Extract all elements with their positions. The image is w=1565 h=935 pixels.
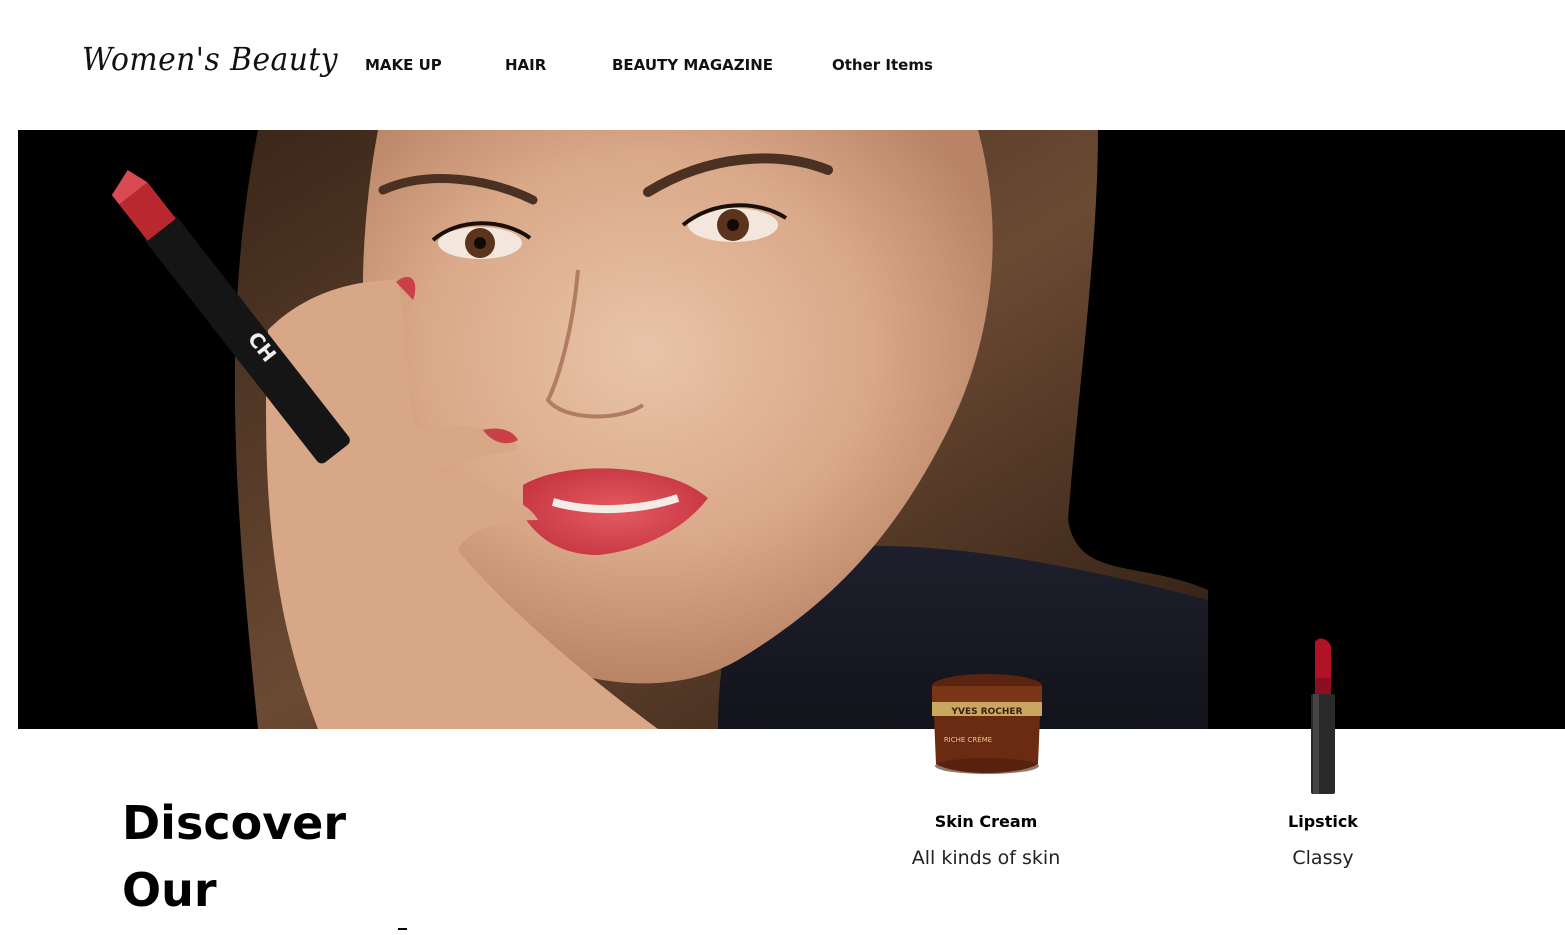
nav-item-other-items[interactable]: Other Items [832,56,933,74]
product-desc-skin-cream: All kinds of skin [911,847,1061,869]
jar-brand-label: YVES ROCHER [950,707,1022,717]
jar-sublabel: RICHE CRÈME [944,735,992,744]
nav-item-make-up[interactable]: MAKE UP [365,56,442,74]
lipstick-icon[interactable] [1303,638,1343,800]
discover-heading: Discover Our [122,790,382,924]
discover-line-1: Discover [122,796,347,850]
skin-cream-jar-icon[interactable]: YVES ROCHER RICHE CRÈME [928,672,1046,784]
product-name-skin-cream[interactable]: Skin Cream [866,812,1106,831]
discover-line-2: Our [122,863,217,917]
product-desc-lipstick: Classy [1292,847,1354,869]
nav-item-beauty-magazine[interactable]: BEAUTY MAGAZINE [612,56,773,74]
brand-logo[interactable]: Women's Beauty [82,40,338,78]
product-name-lipstick[interactable]: Lipstick [1203,812,1443,831]
text-fragment [398,928,407,930]
nav-item-hair[interactable]: HAIR [505,56,546,74]
